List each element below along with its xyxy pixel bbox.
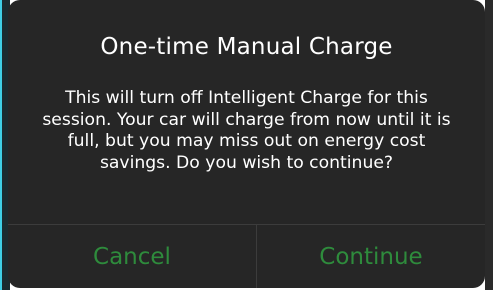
cancel-button[interactable]: Cancel bbox=[8, 225, 256, 288]
continue-button[interactable]: Continue bbox=[257, 225, 485, 288]
background-edge-right bbox=[485, 0, 493, 290]
manual-charge-dialog: One-time Manual Charge This will turn of… bbox=[8, 0, 485, 288]
dialog-message: This will turn off Intelligent Charge fo… bbox=[42, 88, 451, 173]
dialog-title: One-time Manual Charge bbox=[100, 34, 393, 60]
